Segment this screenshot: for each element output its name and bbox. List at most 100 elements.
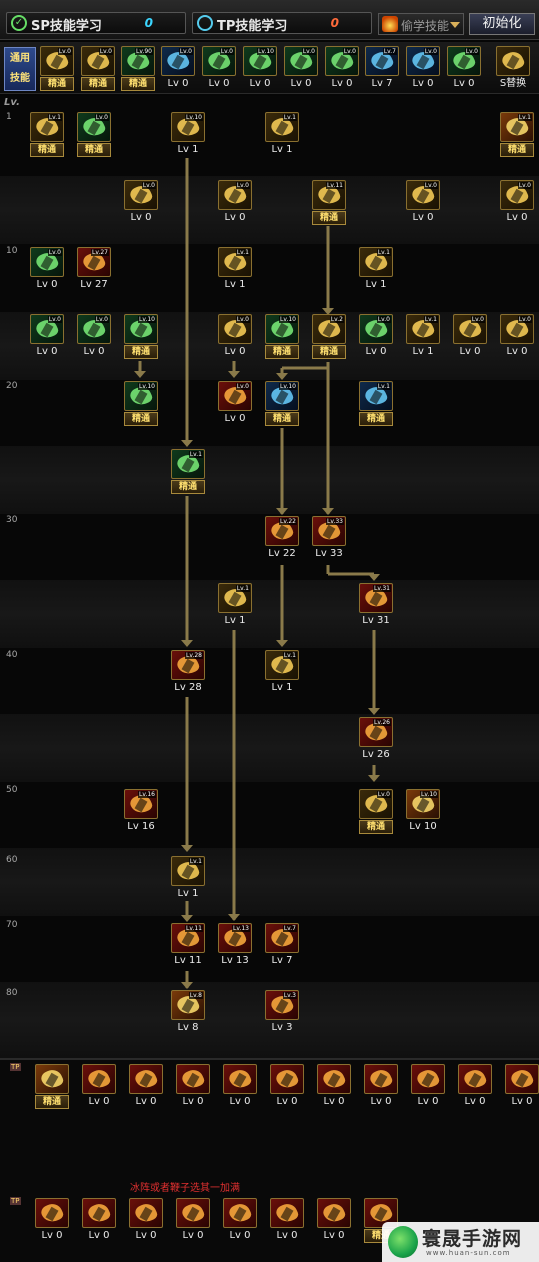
skill-icon[interactable]: [35, 1064, 69, 1094]
skill-icon[interactable]: Lv.0: [40, 46, 74, 76]
skill-icon[interactable]: [458, 1064, 492, 1094]
skill-icon[interactable]: Lv.10: [406, 789, 440, 819]
skill-icon[interactable]: Lv.1: [171, 449, 205, 479]
skill-slot[interactable]: Lv.10 Lv 10: [406, 789, 440, 835]
skill-icon[interactable]: Lv.10: [265, 314, 299, 344]
skill-icon[interactable]: Lv.1: [171, 856, 205, 886]
skill-icon[interactable]: Lv.1: [359, 381, 393, 411]
skill-icon[interactable]: [223, 1064, 257, 1094]
skill-slot[interactable]: Lv 0: [270, 1198, 304, 1244]
skill-slot[interactable]: Lv 0: [317, 1198, 351, 1244]
skill-slot[interactable]: Lv.10 精通: [124, 314, 158, 360]
skill-slot[interactable]: Lv.1 Lv 1: [359, 247, 393, 293]
skill-slot[interactable]: Lv.0 Lv 0: [359, 314, 393, 360]
skill-icon[interactable]: Lv.3: [265, 990, 299, 1020]
skill-slot[interactable]: Lv.0 Lv 0: [406, 180, 440, 226]
skill-slot[interactable]: Lv.10 Lv 1: [171, 112, 205, 158]
skill-slot[interactable]: Lv 0: [364, 1064, 398, 1110]
skill-icon[interactable]: Lv.31: [359, 583, 393, 613]
skill-slot[interactable]: Lv.31 Lv 31: [359, 583, 393, 629]
skill-slot[interactable]: Lv.8 Lv 8: [171, 990, 205, 1036]
skill-icon[interactable]: Lv.0: [30, 247, 64, 277]
skill-slot[interactable]: Lv.1 Lv 1: [218, 247, 252, 293]
skill-icon[interactable]: Lv.0: [218, 180, 252, 210]
skill-icon[interactable]: Lv.0: [81, 46, 115, 76]
skill-slot[interactable]: Lv.11 Lv 11: [171, 923, 205, 969]
skill-slot[interactable]: Lv.0 精通: [77, 112, 111, 158]
skill-slot[interactable]: Lv 0: [411, 1064, 445, 1110]
skill-icon[interactable]: Lv.11: [171, 923, 205, 953]
skill-slot[interactable]: Lv 0: [505, 1064, 539, 1110]
skill-slot[interactable]: Lv 0: [223, 1064, 257, 1110]
skill-icon[interactable]: [129, 1064, 163, 1094]
skill-slot[interactable]: Lv.1 Lv 1: [218, 583, 252, 629]
skill-slot[interactable]: 精通: [35, 1064, 69, 1110]
skill-icon[interactable]: Lv.0: [124, 180, 158, 210]
skill-icon[interactable]: Lv.0: [406, 46, 440, 76]
skill-slot[interactable]: Lv.10 精通: [265, 314, 299, 360]
skill-slot[interactable]: Lv.0 Lv 0: [202, 46, 236, 92]
skill-slot[interactable]: Lv 0: [317, 1064, 351, 1110]
skill-icon[interactable]: Lv.0: [202, 46, 236, 76]
skill-icon[interactable]: [176, 1064, 210, 1094]
skill-slot[interactable]: Lv.1 精通: [171, 449, 205, 495]
skill-icon[interactable]: Lv.22: [265, 516, 299, 546]
skill-slot[interactable]: Lv.2 精通: [312, 314, 346, 360]
skill-icon[interactable]: Lv.2: [312, 314, 346, 344]
skill-slot[interactable]: Lv.0 Lv 0: [500, 314, 534, 360]
skill-slot[interactable]: Lv.10 Lv 0: [243, 46, 277, 92]
skill-slot[interactable]: Lv 0: [35, 1198, 69, 1244]
skill-slot[interactable]: Lv.33 Lv 33: [312, 516, 346, 562]
skill-slot[interactable]: Lv.0 Lv 0: [218, 180, 252, 226]
skill-icon[interactable]: [82, 1064, 116, 1094]
skill-slot[interactable]: Lv.1 Lv 1: [406, 314, 440, 360]
skill-icon[interactable]: Lv.1: [500, 112, 534, 142]
skill-slot[interactable]: Lv.0 Lv 0: [500, 180, 534, 226]
skill-slot[interactable]: Lv.0 Lv 0: [453, 314, 487, 360]
skill-icon[interactable]: Lv.1: [218, 583, 252, 613]
skill-icon[interactable]: Lv.0: [447, 46, 481, 76]
skill-icon[interactable]: Lv.7: [365, 46, 399, 76]
skill-slot[interactable]: Lv.0 Lv 0: [284, 46, 318, 92]
skill-icon[interactable]: Lv.28: [171, 650, 205, 680]
skill-icon[interactable]: Lv.10: [243, 46, 277, 76]
skill-slot[interactable]: Lv.0 精通: [40, 46, 74, 92]
skill-icon[interactable]: Lv.0: [77, 314, 111, 344]
skill-slot[interactable]: Lv 0: [82, 1198, 116, 1244]
skill-icon[interactable]: [35, 1198, 69, 1228]
skill-icon[interactable]: Lv.10: [265, 381, 299, 411]
skill-icon[interactable]: [176, 1198, 210, 1228]
skill-icon[interactable]: Lv.0: [284, 46, 318, 76]
skill-icon[interactable]: Lv.0: [218, 314, 252, 344]
skill-slot[interactable]: Lv.16 Lv 16: [124, 789, 158, 835]
skill-slot[interactable]: Lv 0: [129, 1198, 163, 1244]
skill-slot[interactable]: Lv.7 Lv 7: [265, 923, 299, 969]
skill-slot[interactable]: Lv.22 Lv 22: [265, 516, 299, 562]
skill-slot[interactable]: Lv.10 精通: [124, 381, 158, 427]
skill-slot[interactable]: Lv 0: [82, 1064, 116, 1110]
skill-slot[interactable]: Lv.1 精通: [500, 112, 534, 158]
skill-icon[interactable]: Lv.1: [265, 650, 299, 680]
skill-slot[interactable]: Lv 0: [270, 1064, 304, 1110]
skill-slot[interactable]: Lv.0 精通: [359, 789, 393, 835]
skill-slot[interactable]: Lv.11 精通: [312, 180, 346, 226]
skill-slot[interactable]: Lv.0 Lv 0: [30, 247, 64, 293]
skill-slot[interactable]: Lv.0 Lv 0: [77, 314, 111, 360]
skill-icon[interactable]: Lv.0: [325, 46, 359, 76]
skill-icon[interactable]: Lv.10: [171, 112, 205, 142]
skill-slot[interactable]: Lv.0 Lv 0: [325, 46, 359, 92]
skill-slot[interactable]: Lv.13 Lv 13: [218, 923, 252, 969]
skill-icon[interactable]: Lv.10: [124, 381, 158, 411]
skill-icon[interactable]: [317, 1198, 351, 1228]
skill-icon[interactable]: Lv.11: [312, 180, 346, 210]
skill-slot[interactable]: Lv.0 Lv 0: [30, 314, 64, 360]
skill-slot[interactable]: Lv.0 Lv 0: [161, 46, 195, 92]
skill-icon[interactable]: Lv.1: [406, 314, 440, 344]
skill-icon[interactable]: Lv.0: [500, 180, 534, 210]
skill-slot[interactable]: Lv.0 Lv 0: [447, 46, 481, 92]
skill-icon[interactable]: [505, 1064, 539, 1094]
skill-slot[interactable]: Lv.0 Lv 0: [406, 46, 440, 92]
skill-icon[interactable]: Lv.1: [218, 247, 252, 277]
skill-slot[interactable]: Lv 0: [129, 1064, 163, 1110]
skill-icon[interactable]: Lv.1: [265, 112, 299, 142]
